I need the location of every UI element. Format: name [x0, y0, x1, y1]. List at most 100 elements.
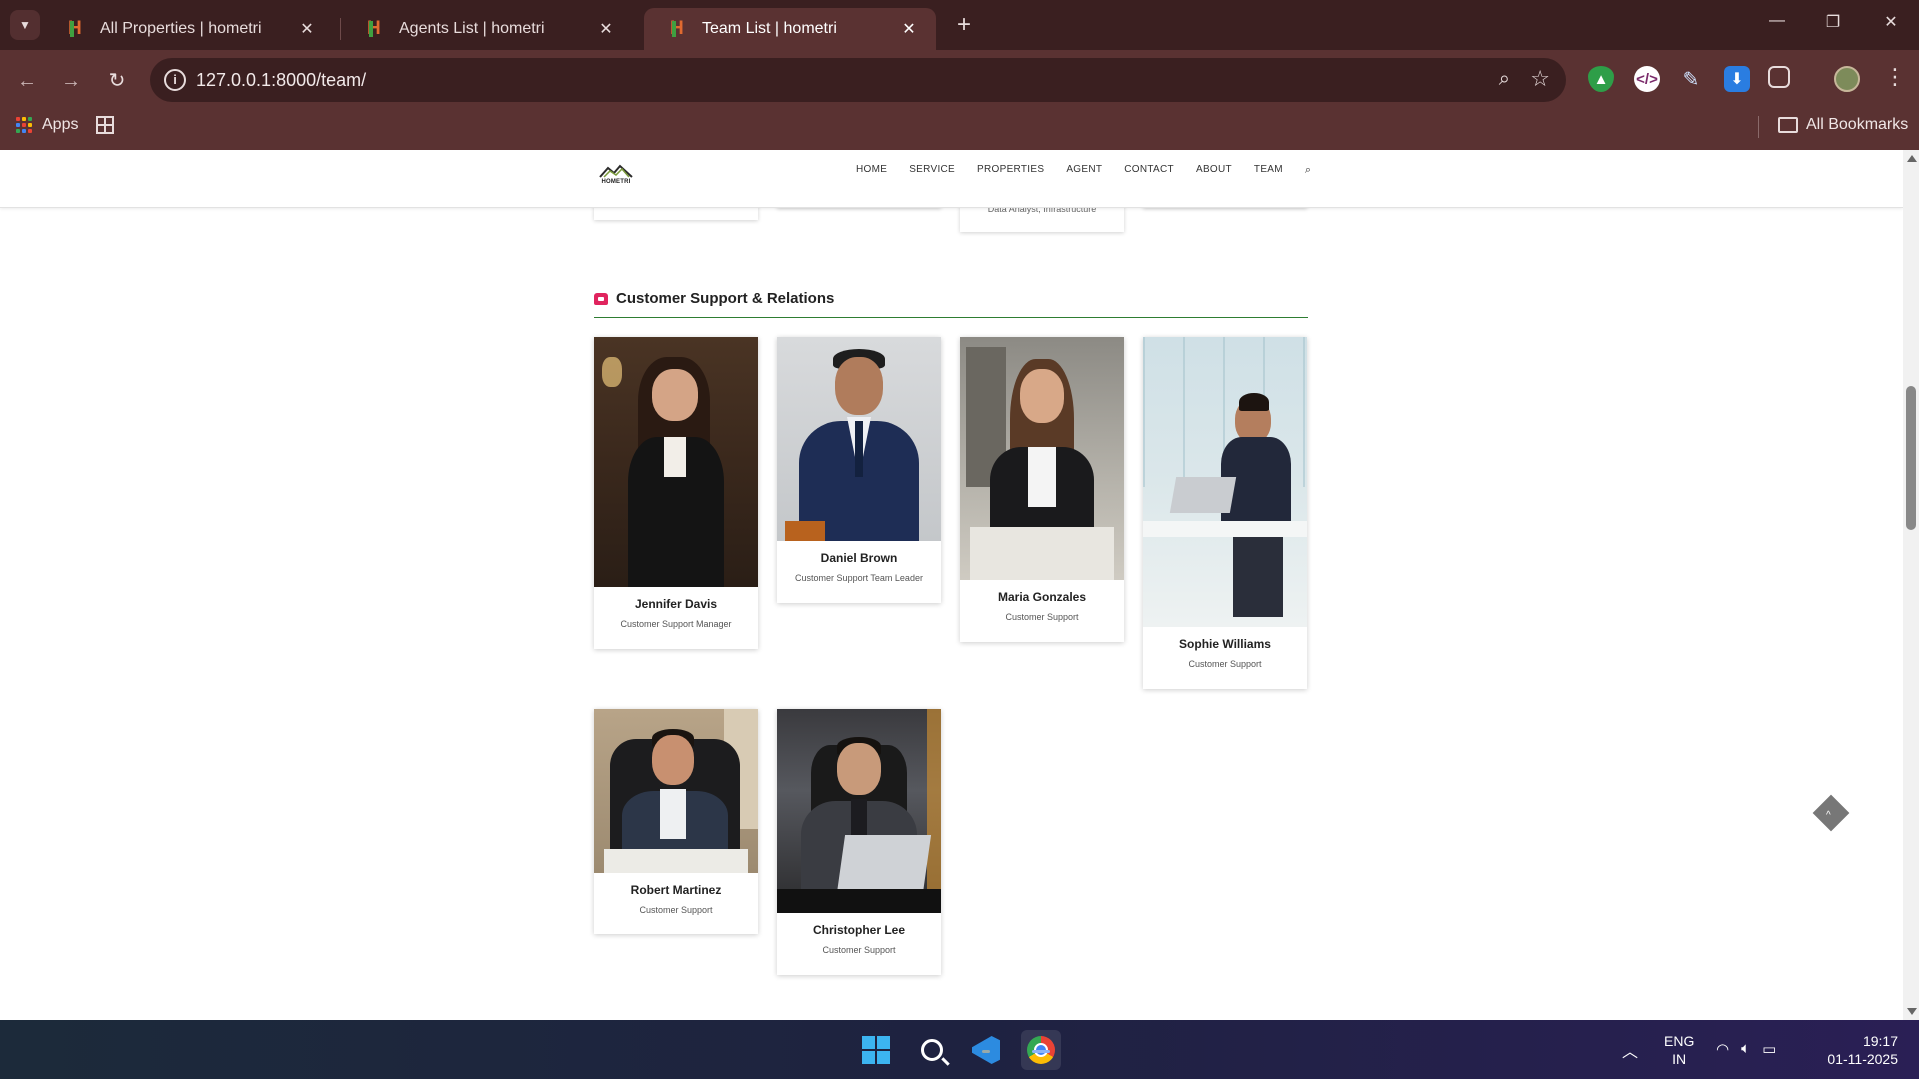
devtools-extension-icon[interactable]: </> — [1634, 66, 1660, 92]
team-member-card[interactable]: Sophie Williams Customer Support — [1143, 337, 1307, 689]
team-member-card[interactable]: Christopher Lee Customer Support — [777, 709, 941, 975]
new-tab-plus-icon[interactable]: + — [950, 12, 978, 40]
tab-all-properties[interactable]: H All Properties | hometri ✕ — [42, 8, 334, 50]
member-role: Customer Support — [822, 945, 896, 955]
back-arrow-icon[interactable]: ← — [12, 66, 42, 96]
folder-icon[interactable] — [1778, 117, 1798, 133]
member-photo — [777, 337, 941, 541]
nav-about[interactable]: ABOUT — [1196, 164, 1232, 177]
hometri-favicon-icon: H — [367, 19, 387, 39]
system-clock[interactable]: 19:17 01-11-2025 — [1810, 1032, 1898, 1068]
region-code: IN — [1672, 1051, 1687, 1067]
member-photo — [594, 337, 758, 587]
section-heading: Customer Support & Relations — [594, 290, 834, 307]
member-role: Customer Support Manager — [620, 619, 732, 629]
running-indicator — [982, 1050, 990, 1053]
member-photo — [594, 709, 758, 873]
active-indicator — [1032, 1050, 1050, 1053]
download-extension-icon[interactable]: ⬇ — [1724, 66, 1750, 92]
chevron-up-icon: ^ — [1826, 810, 1831, 821]
member-role: Customer Support Team Leader — [795, 573, 923, 583]
site-info-icon[interactable]: i — [164, 69, 186, 91]
tab-close-icon[interactable]: ✕ — [595, 19, 617, 39]
start-button[interactable] — [856, 1030, 896, 1070]
nav-properties[interactable]: PROPERTIES — [977, 164, 1044, 177]
tab-agents-list[interactable]: H Agents List | hometri ✕ — [341, 8, 633, 50]
nav-home[interactable]: HOME — [856, 164, 887, 177]
system-tray[interactable]: ◠ 🔈︎ ▭ — [1716, 1040, 1776, 1058]
team-member-card[interactable]: Jennifer Davis Customer Support Manager — [594, 337, 758, 649]
hometri-favicon-icon: H — [670, 19, 690, 39]
nav-search-icon[interactable]: ⌕ — [1305, 164, 1311, 177]
url-text[interactable]: 127.0.0.1:8000/team/ — [196, 70, 366, 91]
extensions-puzzle-icon[interactable] — [1768, 66, 1790, 88]
logo-text: HOMETRI — [601, 179, 631, 185]
scroll-down-arrow-icon[interactable] — [1907, 1008, 1917, 1015]
wifi-icon: ◠ — [1716, 1041, 1730, 1058]
team-member-card[interactable]: Robert Martinez Customer Support — [594, 709, 758, 934]
address-bar[interactable]: i 127.0.0.1:8000/team/ ⌕ ☆ — [150, 58, 1566, 102]
page-scrollbar[interactable] — [1903, 150, 1919, 1020]
tab-title: Team List | hometri — [702, 20, 837, 37]
member-name: Maria Gonzales — [997, 590, 1087, 604]
member-photo — [1143, 337, 1307, 627]
member-role: Customer Support — [1188, 659, 1262, 669]
tab-close-icon[interactable]: ✕ — [296, 19, 318, 39]
bookmarks-separator — [1758, 116, 1759, 138]
team-member-card[interactable]: Daniel Brown Customer Support Team Leade… — [777, 337, 941, 603]
hometri-logo[interactable]: HOMETRI — [597, 164, 635, 190]
section-divider — [594, 317, 1308, 318]
tab-title: Agents List | hometri — [399, 20, 545, 37]
site-header: HOMETRI HOME SERVICE PROPERTIES AGENT CO… — [0, 150, 1903, 208]
nav-team[interactable]: TEAM — [1254, 164, 1283, 177]
tab-close-icon[interactable]: ✕ — [898, 19, 920, 39]
team-member-card[interactable]: Maria Gonzales Customer Support — [960, 337, 1124, 642]
input-language[interactable]: ENG IN — [1664, 1032, 1694, 1068]
tab-team-list[interactable]: H Team List | hometri ✕ — [644, 8, 936, 50]
color-picker-extension-icon[interactable]: ✎ — [1678, 66, 1704, 92]
member-name: Christopher Lee — [812, 923, 905, 937]
member-name: Robert Martinez — [630, 883, 722, 897]
apps-grid-icon[interactable] — [16, 117, 32, 133]
bookmark-star-icon[interactable]: ☆ — [1530, 66, 1550, 92]
nav-agent[interactable]: AGENT — [1066, 164, 1102, 177]
clock-date: 01-11-2025 — [1827, 1051, 1898, 1067]
clock-time: 19:17 — [1862, 1033, 1898, 1049]
nav-service[interactable]: SERVICE — [909, 164, 955, 177]
telephone-icon — [594, 292, 608, 305]
scroll-up-arrow-icon[interactable] — [1907, 155, 1917, 162]
browser-tab-strip: ▼ H All Properties | hometri ✕ H Agents … — [0, 0, 1919, 50]
member-photo — [777, 709, 941, 913]
show-hidden-icons-chevron-icon[interactable]: ︿ — [1622, 1038, 1638, 1062]
tab-groups-icon[interactable] — [96, 116, 114, 134]
taskbar-search-button[interactable] — [912, 1030, 952, 1070]
volume-icon: 🔈︎ — [1741, 1040, 1751, 1057]
forward-arrow-icon[interactable]: → — [56, 66, 86, 96]
scrollbar-thumb[interactable] — [1906, 386, 1916, 530]
tab-title: All Properties | hometri — [100, 20, 262, 37]
browser-menu-icon[interactable]: ⋮ — [1884, 64, 1906, 90]
profile-avatar[interactable] — [1834, 66, 1860, 92]
member-name: Sophie Williams — [1179, 637, 1271, 651]
member-photo — [960, 337, 1124, 580]
all-bookmarks-button[interactable]: All Bookmarks — [1806, 116, 1908, 134]
member-role: Customer Support — [639, 905, 713, 915]
tab-search-chevron-icon[interactable]: ▼ — [10, 10, 40, 40]
windows-logo-icon — [862, 1036, 890, 1064]
restore-icon[interactable]: ❐ — [1818, 12, 1848, 32]
nav-contact[interactable]: CONTACT — [1124, 164, 1174, 177]
member-name: Jennifer Davis — [634, 597, 718, 611]
language-code: ENG — [1664, 1033, 1695, 1049]
member-role: Customer Support — [1005, 612, 1079, 622]
apps-bookmark[interactable]: Apps — [42, 116, 78, 134]
zoom-icon[interactable]: ⌕ — [1499, 68, 1510, 91]
reload-icon[interactable]: ↻ — [102, 66, 132, 96]
search-icon — [921, 1039, 943, 1061]
member-name: Daniel Brown — [820, 551, 898, 565]
window-close-icon[interactable]: ✕ — [1876, 12, 1906, 32]
minimize-icon[interactable]: — — [1762, 12, 1792, 30]
battery-icon: ▭ — [1762, 1041, 1777, 1058]
main-nav: HOME SERVICE PROPERTIES AGENT CONTACT AB… — [856, 164, 1311, 177]
page-viewport: HOMETRI HOME SERVICE PROPERTIES AGENT CO… — [0, 150, 1903, 1020]
hometri-favicon-icon: H — [68, 19, 88, 39]
